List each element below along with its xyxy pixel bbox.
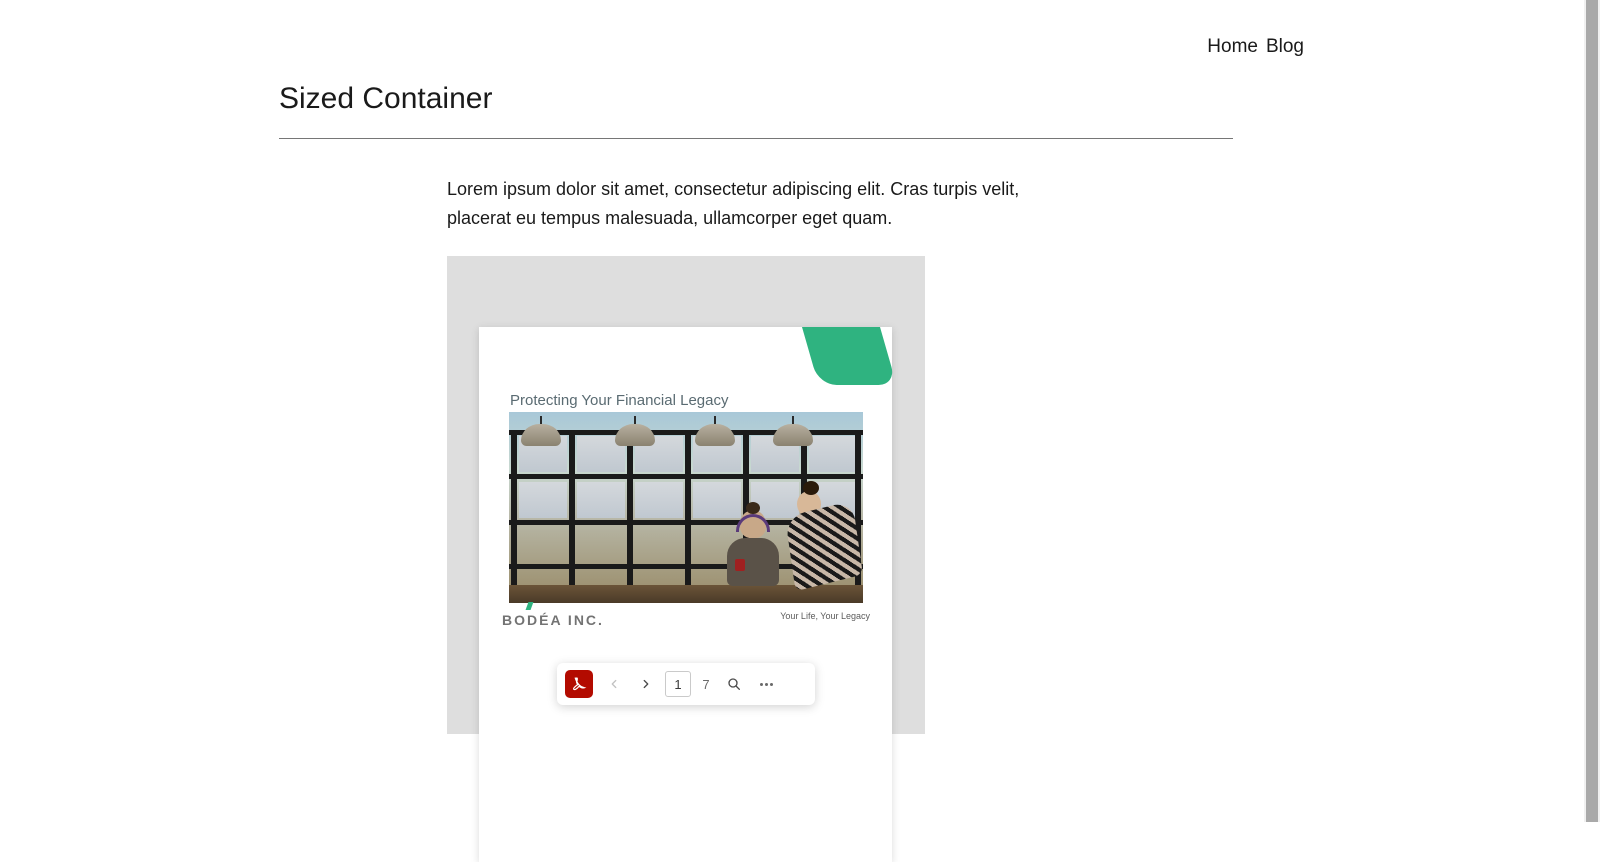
page-number-input[interactable] <box>665 671 691 697</box>
vertical-scrollbar[interactable] <box>1584 0 1600 822</box>
nav-blog-link[interactable]: Blog <box>1266 36 1304 58</box>
body-text: Lorem ipsum dolor sit amet, consectetur … <box>447 175 1073 233</box>
page-total: 7 <box>695 677 717 692</box>
search-button[interactable] <box>719 669 749 699</box>
nav-home-link[interactable]: Home <box>1207 36 1258 58</box>
page-title: Sized Container <box>279 82 1233 116</box>
scrollbar-thumb[interactable] <box>1586 0 1598 822</box>
pdf-cover-photo <box>509 412 863 603</box>
content-area: Sized Container Lorem ipsum dolor sit am… <box>279 82 1233 734</box>
more-icon <box>760 683 773 686</box>
brand-name: BODÉA INC. <box>502 612 604 628</box>
chevron-left-icon <box>607 677 621 691</box>
pdf-embed-container: Protecting Your Financial Legacy <box>447 256 925 734</box>
search-icon <box>726 676 742 692</box>
brand-accent <box>526 602 534 610</box>
decorative-shape <box>802 327 897 385</box>
top-nav: Home Blog <box>1207 36 1304 58</box>
acrobat-icon[interactable] <box>565 670 593 698</box>
pdf-toolbar: 7 <box>557 663 815 705</box>
pdf-page[interactable]: Protecting Your Financial Legacy <box>479 327 892 862</box>
prev-page-button <box>599 669 629 699</box>
chevron-right-icon <box>639 677 653 691</box>
title-divider <box>279 138 1233 139</box>
brand-tagline: Your Life, Your Legacy <box>780 611 870 621</box>
page-wrapper: Home Blog Sized Container Lorem ipsum do… <box>0 0 1600 822</box>
more-options-button[interactable] <box>751 669 781 699</box>
next-page-button[interactable] <box>631 669 661 699</box>
pdf-heading: Protecting Your Financial Legacy <box>510 392 728 409</box>
